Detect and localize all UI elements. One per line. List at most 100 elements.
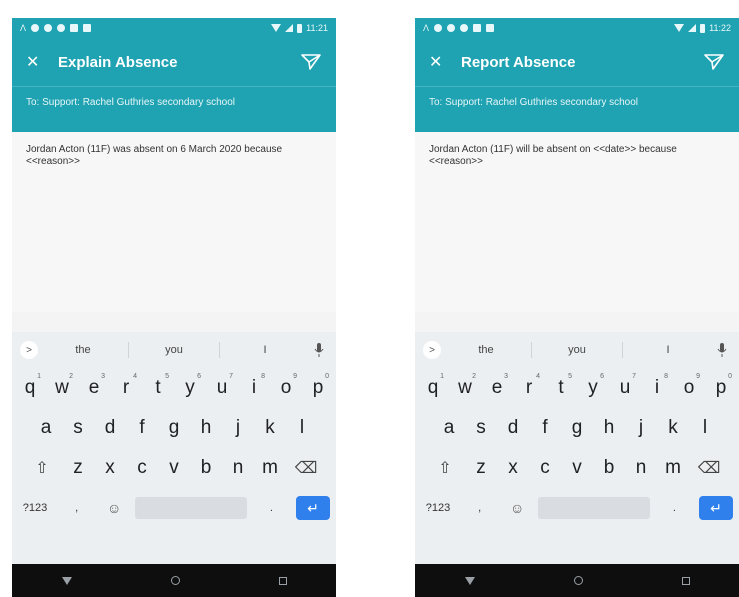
key[interactable]: h xyxy=(593,417,625,439)
key[interactable]: b xyxy=(593,457,625,479)
close-icon[interactable]: ✕ xyxy=(26,52,48,72)
key[interactable]: o9 xyxy=(270,373,302,399)
key[interactable]: b xyxy=(190,457,222,479)
key[interactable]: z xyxy=(62,457,94,479)
mic-icon[interactable] xyxy=(310,343,328,357)
key[interactable]: a xyxy=(30,417,62,439)
key[interactable]: j xyxy=(222,417,254,439)
key[interactable]: i8 xyxy=(641,373,673,399)
key[interactable]: l xyxy=(286,417,318,439)
key[interactable]: w2 xyxy=(46,373,78,399)
key[interactable]: g xyxy=(561,417,593,439)
enter-icon[interactable]: ↵ xyxy=(295,496,330,520)
recent-apps-icon[interactable] xyxy=(681,576,690,585)
key[interactable]: h xyxy=(190,417,222,439)
key[interactable]: a xyxy=(433,417,465,439)
key[interactable]: t5 xyxy=(545,373,577,399)
message-input[interactable]: Jordan Acton (11F) was absent on 6 March… xyxy=(12,132,336,312)
key[interactable]: l xyxy=(689,417,721,439)
enter-icon[interactable]: ↵ xyxy=(698,496,733,520)
suggestion-item[interactable]: I xyxy=(220,344,310,356)
send-icon[interactable] xyxy=(703,53,725,71)
period-key[interactable]: . xyxy=(657,502,691,514)
mic-icon[interactable] xyxy=(713,343,731,357)
notification-dot-icon xyxy=(460,24,469,32)
spacebar[interactable] xyxy=(537,497,650,519)
key[interactable]: r4 xyxy=(513,373,545,399)
symbols-key[interactable]: ?123 xyxy=(421,502,455,514)
suggestion-item[interactable]: I xyxy=(623,344,713,356)
key[interactable]: c xyxy=(529,457,561,479)
key[interactable]: p0 xyxy=(302,373,334,399)
suggestion-item[interactable]: the xyxy=(38,344,128,356)
key[interactable]: c xyxy=(126,457,158,479)
key[interactable]: n xyxy=(222,457,254,479)
key[interactable]: z xyxy=(465,457,497,479)
key[interactable]: m xyxy=(657,457,689,479)
key[interactable]: d xyxy=(94,417,126,439)
chevron-right-icon[interactable]: > xyxy=(423,341,441,359)
key-row-3: ⇧ z x c v b n m ⌫ xyxy=(12,448,336,488)
comma-key[interactable]: , xyxy=(60,502,94,514)
shift-icon[interactable]: ⇧ xyxy=(425,458,465,478)
key[interactable]: u7 xyxy=(206,373,238,399)
back-icon[interactable] xyxy=(464,576,475,585)
key[interactable]: e3 xyxy=(78,373,110,399)
home-icon[interactable] xyxy=(170,576,180,585)
key[interactable]: u7 xyxy=(609,373,641,399)
key[interactable]: e3 xyxy=(481,373,513,399)
notification-dot-icon xyxy=(57,24,66,32)
message-input[interactable]: Jordan Acton (11F) will be absent on <<d… xyxy=(415,132,739,312)
key[interactable]: k xyxy=(657,417,689,439)
key[interactable]: g xyxy=(158,417,190,439)
key[interactable]: j xyxy=(625,417,657,439)
battery-icon xyxy=(700,23,706,33)
suggestion-item[interactable]: the xyxy=(441,344,531,356)
keyboard: > the you I q1 w2 e3 r4 t5 y6 u7 i8 o9 p… xyxy=(415,332,739,564)
key[interactable]: v xyxy=(158,457,190,479)
recent-apps-icon[interactable] xyxy=(278,576,287,585)
key[interactable]: x xyxy=(94,457,126,479)
key[interactable]: s xyxy=(465,417,497,439)
key[interactable]: y6 xyxy=(577,373,609,399)
key-row-1: q1 w2 e3 r4 t5 y6 u7 i8 o9 p0 xyxy=(415,368,739,408)
key[interactable]: k xyxy=(254,417,286,439)
suggestion-item[interactable]: you xyxy=(532,344,622,356)
backspace-icon[interactable]: ⌫ xyxy=(286,458,326,478)
comma-key[interactable]: , xyxy=(463,502,497,514)
key[interactable]: n xyxy=(625,457,657,479)
key[interactable]: f xyxy=(529,417,561,439)
suggestion-item[interactable]: you xyxy=(129,344,219,356)
key[interactable]: s xyxy=(62,417,94,439)
key[interactable]: i8 xyxy=(238,373,270,399)
shift-icon[interactable]: ⇧ xyxy=(22,458,62,478)
key[interactable]: p0 xyxy=(705,373,737,399)
key[interactable]: t5 xyxy=(142,373,174,399)
key[interactable]: d xyxy=(497,417,529,439)
key[interactable]: r4 xyxy=(110,373,142,399)
key[interactable]: v xyxy=(561,457,593,479)
key[interactable]: w2 xyxy=(449,373,481,399)
key[interactable]: y6 xyxy=(174,373,206,399)
symbols-key[interactable]: ?123 xyxy=(18,502,52,514)
key[interactable]: f xyxy=(126,417,158,439)
send-icon[interactable] xyxy=(300,53,322,71)
key[interactable]: q1 xyxy=(417,373,449,399)
battery-icon xyxy=(297,23,303,33)
key[interactable]: o9 xyxy=(673,373,705,399)
close-icon[interactable]: ✕ xyxy=(429,52,451,72)
phone-explain-absence: Ʌ 11:21 ✕ Explain Absence To: Support: R… xyxy=(12,18,336,597)
key[interactable]: x xyxy=(497,457,529,479)
backspace-icon[interactable]: ⌫ xyxy=(689,458,729,478)
key[interactable]: m xyxy=(254,457,286,479)
period-key[interactable]: . xyxy=(254,502,288,514)
emoji-icon[interactable]: ☺ xyxy=(101,500,127,516)
app-title: Explain Absence xyxy=(58,53,178,71)
notification-square-icon xyxy=(83,24,92,32)
spacebar[interactable] xyxy=(134,497,247,519)
chevron-right-icon[interactable]: > xyxy=(20,341,38,359)
emoji-icon[interactable]: ☺ xyxy=(504,500,530,516)
back-icon[interactable] xyxy=(61,576,72,585)
key[interactable]: q1 xyxy=(14,373,46,399)
home-icon[interactable] xyxy=(573,576,583,585)
